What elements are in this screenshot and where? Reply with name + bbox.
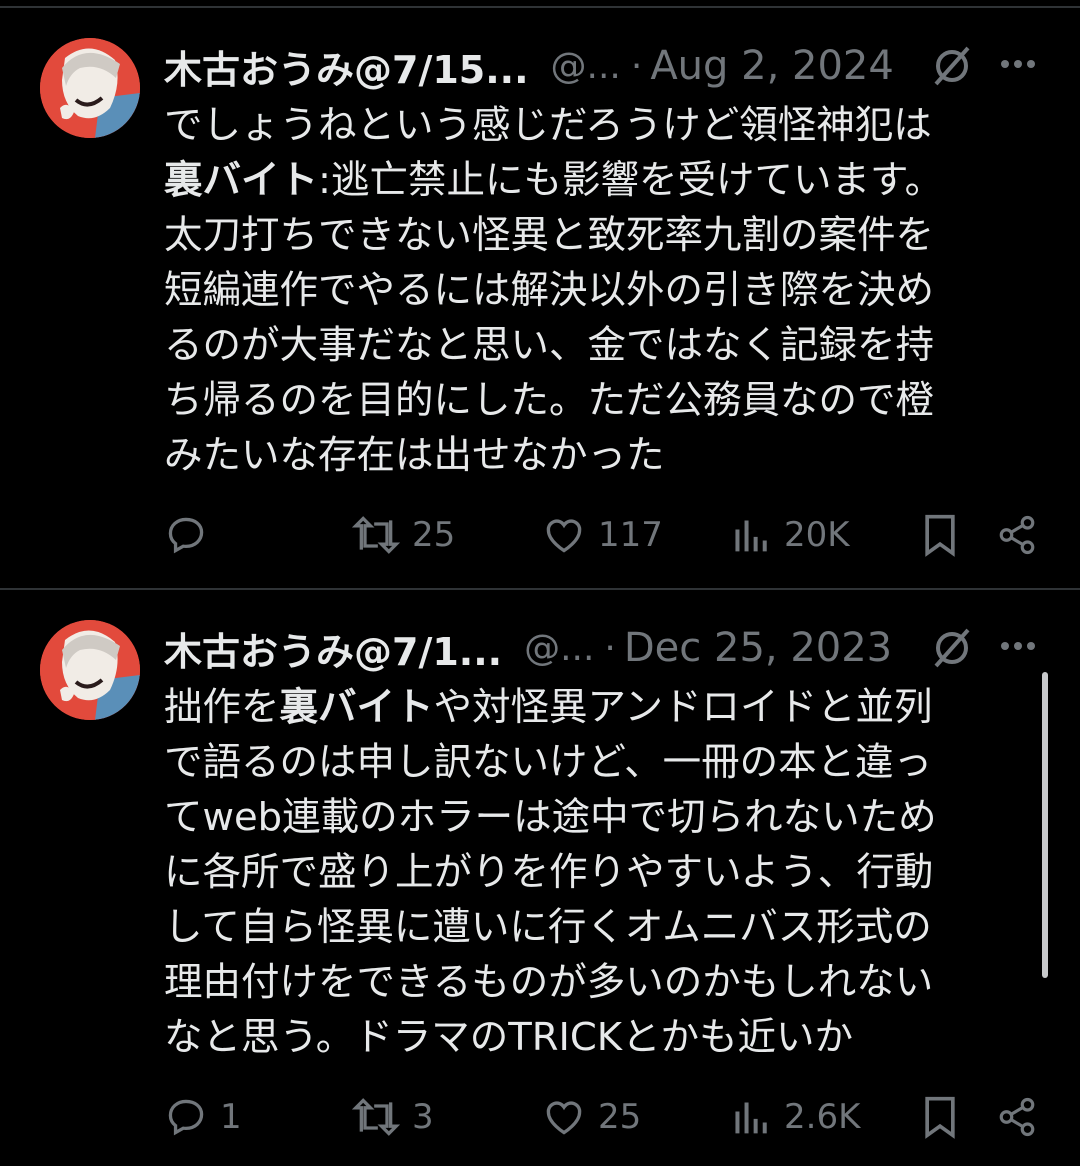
- display-name[interactable]: 木古おうみ@7/15...: [164, 39, 529, 94]
- action-bar: 25 117 20K: [0, 505, 1080, 565]
- bookmark-button[interactable]: [920, 1095, 960, 1139]
- retweet-icon: [352, 516, 400, 554]
- views-icon: [735, 1102, 767, 1134]
- views-button[interactable]: 20K: [732, 513, 850, 557]
- tweet-text-bold: 裏バイト: [164, 158, 319, 203]
- heart-icon: [546, 519, 582, 553]
- views-icon: [735, 520, 767, 552]
- more-icon[interactable]: [998, 52, 1038, 80]
- bookmark-icon: [925, 1096, 955, 1139]
- like-count: 117: [598, 515, 663, 555]
- retweet-button[interactable]: 3: [352, 1095, 434, 1139]
- tweet-text-bold: 裏バイト: [279, 685, 434, 730]
- action-bar: 1 3 25 2.6K: [0, 1087, 1080, 1147]
- avatar[interactable]: [40, 38, 140, 138]
- retweet-count: 25: [412, 515, 456, 555]
- avatar[interactable]: [40, 620, 140, 720]
- tweet-text-part: 拙作を: [164, 685, 280, 730]
- tweet-header: 木古おうみ@7/1... @... · Dec 25, 2023: [164, 620, 892, 676]
- tweet-divider: [0, 588, 1080, 590]
- like-button[interactable]: 25: [542, 1095, 641, 1139]
- share-button[interactable]: [996, 513, 1038, 557]
- reply-button[interactable]: [164, 513, 220, 557]
- tweet-text-part: でしょうねという感じだろうけど領怪神犯は: [164, 103, 932, 148]
- tweet-text: でしょうねという感じだろうけど領怪神犯は 裏バイト:逃亡禁止にも影響を受けていま…: [164, 98, 1014, 483]
- reply-button[interactable]: 1: [164, 1095, 242, 1139]
- display-name[interactable]: 木古おうみ@7/1...: [164, 621, 502, 676]
- grok-icon[interactable]: [930, 626, 974, 674]
- top-divider: [0, 6, 1080, 8]
- tweet-text-part: や対怪異アンドロイドと並列 で語るのは申し訳ないけど、一冊の本と違っ てweb連…: [164, 685, 937, 1060]
- user-handle[interactable]: @...: [551, 46, 621, 87]
- tweet-header: 木古おうみ@7/15... @... · Aug 2, 2024: [164, 38, 894, 94]
- reply-count: 1: [220, 1097, 242, 1137]
- retweet-icon: [352, 1098, 400, 1136]
- reply-icon: [168, 1099, 204, 1136]
- retweet-button[interactable]: 25: [352, 513, 455, 557]
- separator-dot: ·: [630, 45, 643, 87]
- heart-icon: [546, 1101, 582, 1135]
- more-icon[interactable]: [998, 634, 1038, 662]
- bookmark-button[interactable]: [920, 513, 960, 557]
- tweet-text: 拙作を裏バイトや対怪異アンドロイドと並列 で語るのは申し訳ないけど、一冊の本と違…: [164, 680, 1014, 1065]
- separator-dot: ·: [604, 627, 616, 669]
- view-count: 20K: [784, 515, 850, 555]
- tweet-text-part: :逃亡禁止にも影響を受けています。 太刀打ちできない怪異と致死率九割の案件を 短…: [164, 158, 944, 478]
- like-button[interactable]: 117: [542, 513, 663, 557]
- retweet-count: 3: [412, 1097, 434, 1137]
- bookmark-icon: [925, 514, 955, 557]
- user-handle[interactable]: @...: [524, 628, 594, 669]
- share-button[interactable]: [996, 1095, 1038, 1139]
- reply-icon: [168, 517, 204, 554]
- like-count: 25: [598, 1097, 642, 1137]
- tweet-date[interactable]: Dec 25, 2023: [624, 625, 892, 671]
- tweet-date[interactable]: Aug 2, 2024: [650, 43, 894, 89]
- view-count: 2.6K: [784, 1097, 861, 1137]
- grok-icon[interactable]: [930, 44, 974, 92]
- share-icon: [999, 515, 1035, 555]
- share-icon: [999, 1097, 1035, 1137]
- views-button[interactable]: 2.6K: [732, 1095, 860, 1139]
- scrollbar[interactable]: [1042, 672, 1048, 978]
